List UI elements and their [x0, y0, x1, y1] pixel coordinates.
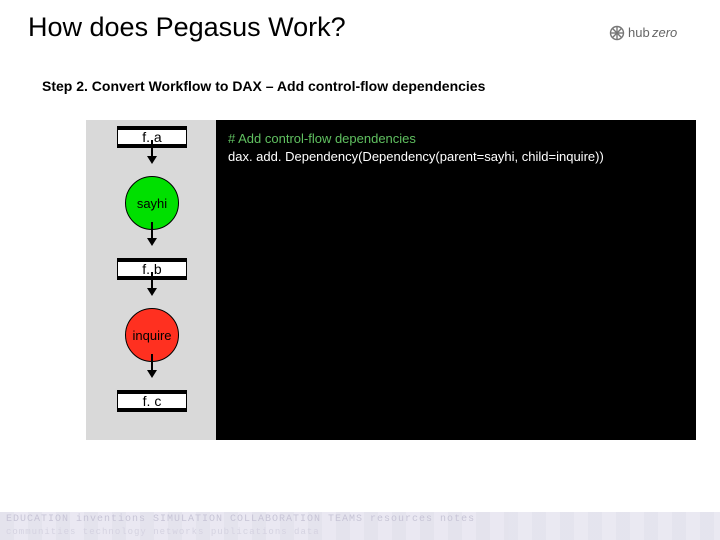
svg-text:zero: zero: [651, 25, 677, 40]
code-comment: # Add control-flow dependencies: [228, 130, 684, 148]
slide: How does Pegasus Work? hub zero Step 2. …: [0, 0, 720, 540]
page-title: How does Pegasus Work?: [28, 12, 346, 43]
step-heading: Step 2. Convert Workflow to DAX – Add co…: [42, 78, 485, 94]
arrow-icon: [97, 230, 207, 258]
hubzero-logo: hub zero: [608, 22, 694, 49]
footer-strip: EDUCATION inventions SIMULATION COLLABOR…: [0, 512, 720, 540]
workflow-column: f. a sayhi f. b inquire f. c: [97, 126, 207, 412]
arrow-icon: [97, 280, 207, 308]
file-fc: f. c: [117, 390, 187, 412]
footer-words-2: communities technology networks publicat…: [0, 527, 720, 537]
arrow-icon: [97, 148, 207, 176]
code-statement: dax. add. Dependency(Dependency(parent=s…: [228, 148, 684, 166]
arrow-icon: [97, 362, 207, 390]
logo-text: hub: [628, 25, 650, 40]
footer-words-1: EDUCATION inventions SIMULATION COLLABOR…: [0, 512, 720, 527]
code-panel: # Add control-flow dependencies dax. add…: [216, 120, 696, 440]
